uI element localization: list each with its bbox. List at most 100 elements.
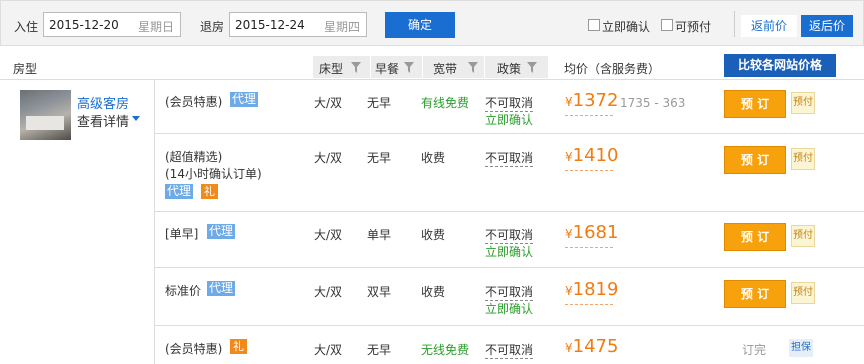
header-room-type: 房型 — [13, 62, 38, 76]
price: ¥1410 — [565, 145, 618, 166]
header-breakfast: 早餐 — [375, 62, 400, 76]
rate-name: [单早] — [165, 227, 199, 241]
rate-row: 标准价 代理 大/双 双早 收费 不可取消 立即确认 ¥1819 预 订 预付 — [155, 268, 864, 326]
cancel-policy[interactable]: 不可取消 — [485, 341, 534, 359]
header-broadband: 宽带 — [433, 62, 458, 76]
pre-rebate-price-toggle[interactable]: 返前价 — [741, 15, 797, 37]
price: ¥1681 — [565, 222, 618, 243]
broadband: 有线免费 — [421, 96, 470, 110]
funnel-icon — [351, 62, 361, 73]
rate-name: 标准价 — [165, 284, 202, 298]
instant-confirm: 立即确认 — [485, 245, 534, 259]
rate-name: (会员特惠) — [165, 342, 223, 356]
rate-row: (会员特惠) 代理 大/双 无早 有线免费 不可取消 立即确认 ¥1372 17… — [155, 80, 864, 134]
broadband: 无线免费 — [421, 343, 470, 357]
room-info: 高级客房 查看详情 — [0, 80, 155, 364]
checkout-date-value: 2015-12-24 — [235, 18, 305, 32]
filter-breakfast[interactable]: 早餐 — [371, 56, 423, 78]
checkout-weekday: 星期四 — [323, 20, 360, 34]
bookable-checkbox[interactable] — [661, 19, 673, 31]
instant-confirm-checkbox[interactable] — [588, 19, 600, 31]
filter-broadband[interactable]: 宽带 — [423, 56, 485, 78]
prepay-badge: 预付 — [791, 148, 815, 170]
book-button[interactable]: 预 订 — [724, 146, 786, 174]
funnel-icon — [404, 62, 414, 73]
checkout-label: 退房 — [200, 20, 225, 34]
book-button[interactable]: 预 订 — [724, 223, 786, 251]
price-underline — [565, 115, 613, 116]
agent-tag: 代理 — [165, 184, 194, 199]
bookable-label: 可预付 — [675, 20, 712, 34]
instant-confirm: 立即确认 — [485, 113, 534, 127]
price-value: 1681 — [572, 222, 619, 243]
prepay-badge: 预付 — [791, 225, 815, 247]
book-button[interactable]: 预 订 — [724, 90, 786, 118]
guarantee-badge: 担保 — [789, 339, 813, 357]
gift-tag: 礼 — [230, 339, 247, 354]
checkin-weekday: 星期日 — [137, 20, 174, 34]
filter-policy[interactable]: 政策 — [485, 56, 549, 78]
price-range: 1735 - 363 — [620, 96, 686, 110]
cancel-policy[interactable]: 不可取消 — [485, 226, 534, 244]
bed-type: 大/双 — [314, 96, 343, 110]
breakfast: 无早 — [367, 96, 392, 110]
hotel-rate-panel: 入住 2015-12-20 星期日 退房 2015-12-24 星期四 确定 立… — [0, 0, 864, 364]
prepay-badge: 预付 — [791, 282, 815, 304]
breakfast: 单早 — [367, 228, 392, 242]
confirm-button[interactable]: 确定 — [385, 12, 455, 38]
price: ¥1819 — [565, 279, 618, 300]
agent-tag: 代理 — [230, 92, 259, 107]
breakfast: 无早 — [367, 151, 392, 165]
cancel-policy[interactable]: 不可取消 — [485, 283, 534, 301]
price: ¥1475 — [565, 336, 618, 357]
compare-prices-button[interactable]: 比较各网站价格 — [724, 54, 836, 77]
broadband: 收费 — [421, 285, 446, 299]
agent-tag: 代理 — [207, 224, 236, 239]
broadband: 收费 — [421, 228, 446, 242]
broadband: 收费 — [421, 151, 446, 165]
rate-name: (会员特惠) — [165, 95, 223, 109]
divider — [734, 11, 735, 37]
price: ¥1372 — [565, 90, 618, 111]
checkin-date-input[interactable]: 2015-12-20 星期日 — [43, 12, 181, 37]
room-detail-link[interactable]: 查看详情 — [77, 111, 129, 130]
post-rebate-price-toggle[interactable]: 返后价 — [801, 15, 853, 37]
price-value: 1819 — [572, 279, 619, 300]
breakfast: 双早 — [367, 285, 392, 299]
currency: ¥ — [565, 150, 573, 164]
filter-bed[interactable]: 床型 — [313, 56, 371, 78]
rate-row: (超值精选) (14小时确认订单) 代理 礼 大/双 无早 收费 不可取消 ¥1… — [155, 134, 864, 212]
cancel-policy[interactable]: 不可取消 — [485, 149, 534, 167]
agent-tag: 代理 — [207, 281, 236, 296]
bed-type: 大/双 — [314, 285, 343, 299]
price-value: 1475 — [572, 336, 619, 357]
search-bar: 入住 2015-12-20 星期日 退房 2015-12-24 星期四 确定 立… — [0, 0, 864, 46]
rate-name-note: (14小时确认订单) — [165, 167, 262, 181]
funnel-icon — [527, 62, 537, 73]
header-avg-price: 均价（含服务费） — [564, 62, 661, 76]
header-policy: 政策 — [497, 62, 522, 76]
sold-out-label: 订完 — [742, 343, 767, 357]
book-button[interactable]: 预 订 — [724, 280, 786, 308]
rate-row: (会员特惠) 礼 大/双 无早 无线免费 不可取消 ¥1475 订完 担保 — [155, 326, 864, 364]
room-name-link[interactable]: 高级客房 — [77, 93, 129, 112]
currency: ¥ — [565, 95, 573, 109]
currency: ¥ — [565, 284, 573, 298]
currency: ¥ — [565, 341, 573, 355]
chevron-down-icon[interactable] — [132, 116, 140, 121]
price-value: 1372 — [572, 90, 619, 111]
checkout-date-input[interactable]: 2015-12-24 星期四 — [229, 12, 367, 37]
instant-confirm: 立即确认 — [485, 302, 534, 316]
bed-type: 大/双 — [314, 151, 343, 165]
gift-tag: 礼 — [201, 184, 218, 199]
bed-type: 大/双 — [314, 343, 343, 357]
header-bed: 床型 — [319, 62, 344, 76]
rate-name: (超值精选) — [165, 150, 223, 164]
checkin-label: 入住 — [14, 20, 39, 34]
room-photo[interactable] — [20, 90, 71, 140]
price-value: 1410 — [572, 145, 619, 166]
rate-row: [单早] 代理 大/双 单早 收费 不可取消 立即确认 ¥1681 预 订 预付 — [155, 212, 864, 268]
cancel-policy[interactable]: 不可取消 — [485, 94, 534, 112]
bed-type: 大/双 — [314, 228, 343, 242]
prepay-badge: 预付 — [791, 92, 815, 114]
